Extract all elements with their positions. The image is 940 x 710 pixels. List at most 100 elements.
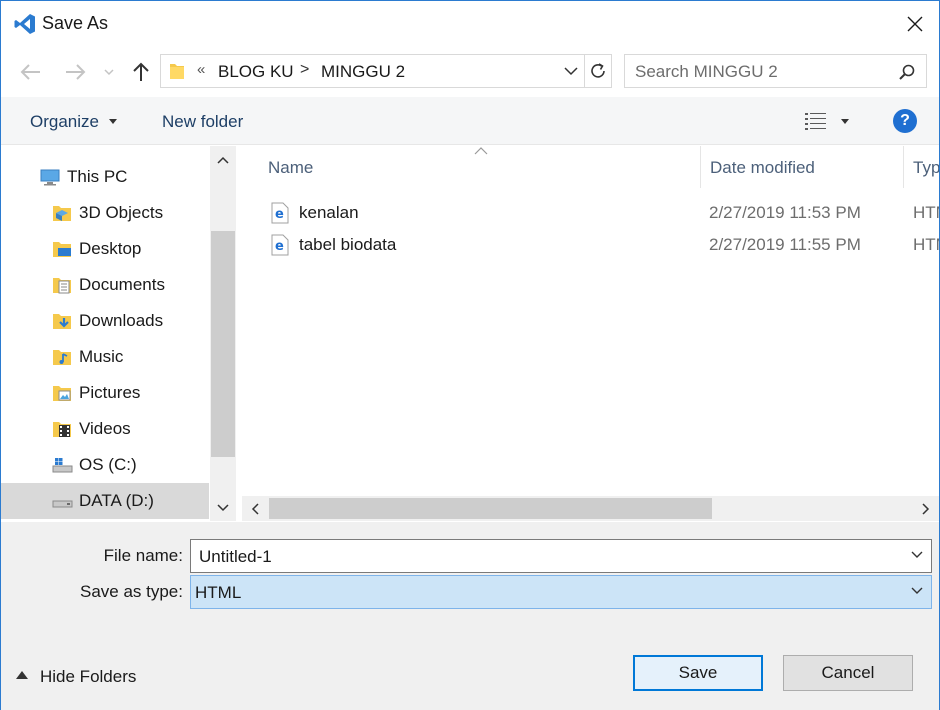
sidebar-item-label: Desktop: [79, 239, 142, 258]
file-name-value: Untitled-1: [199, 547, 272, 566]
hide-folders-icon[interactable]: [16, 671, 28, 679]
sidebar-item-os-c[interactable]: OS (C:): [1, 447, 209, 483]
scroll-left-button[interactable]: [242, 496, 268, 521]
this-pc-icon: [40, 169, 60, 186]
column-divider[interactable]: [700, 146, 701, 188]
file-row[interactable]: e kenalan 2/27/2019 11:53 PM HTML: [242, 199, 939, 229]
music-icon: [53, 350, 71, 365]
html-file-icon: e: [271, 202, 289, 224]
file-list-scroll-thumb[interactable]: [269, 498, 712, 519]
navigation-pane: This PC 3D Objects Desktop Documents Dow…: [1, 146, 237, 521]
navigation-pane-scroll-thumb[interactable]: [211, 231, 235, 457]
column-header-name[interactable]: Name: [268, 158, 313, 178]
breadcrumb-blog-ku[interactable]: BLOG KU: [218, 62, 294, 82]
search-placeholder: Search MINGGU 2: [635, 62, 778, 81]
close-button[interactable]: [897, 7, 933, 41]
cancel-button[interactable]: Cancel: [783, 655, 913, 691]
sort-ascending-icon: [474, 147, 488, 155]
sidebar-item-label: Music: [79, 347, 124, 366]
close-icon: [907, 16, 923, 32]
chevron-up-icon: [217, 156, 229, 164]
up-button[interactable]: [127, 59, 155, 85]
save-as-type-label: Save as type:: [79, 582, 183, 601]
save-button[interactable]: Save: [633, 655, 763, 691]
drive-c-icon: [52, 458, 73, 473]
desktop-icon: [53, 242, 71, 257]
refresh-button[interactable]: [584, 54, 612, 88]
details-view-icon[interactable]: [804, 111, 828, 131]
vscode-icon: [14, 14, 35, 34]
recent-locations-button[interactable]: [97, 59, 121, 85]
svg-text:e: e: [275, 239, 284, 254]
chevron-right-icon: [922, 502, 930, 515]
chevron-down-icon: [911, 587, 923, 594]
save-as-type-select[interactable]: HTML: [190, 575, 932, 609]
sidebar-item-label: Documents: [79, 275, 165, 294]
organize-button[interactable]: Organize: [30, 112, 99, 132]
back-button[interactable]: [17, 59, 45, 85]
downloads-icon: [53, 314, 71, 329]
arrow-up-icon: [133, 62, 149, 81]
folder-icon: [170, 64, 184, 79]
chevron-left-icon: [251, 502, 259, 515]
view-options-dropdown-icon[interactable]: [841, 119, 849, 124]
documents-icon: [53, 278, 71, 294]
forward-button[interactable]: [61, 59, 89, 85]
sidebar-item-label: DATA (D:): [79, 491, 154, 510]
file-name-field[interactable]: Untitled-1: [190, 539, 932, 573]
title-bar: Save As: [1, 1, 939, 47]
sidebar-item-documents[interactable]: Documents: [1, 267, 209, 303]
address-dropdown-button[interactable]: [557, 54, 585, 88]
html-file-icon: e: [271, 234, 289, 256]
svg-text:e: e: [275, 207, 284, 222]
sidebar-item-3d-objects[interactable]: 3D Objects: [1, 195, 209, 231]
organize-dropdown-icon: [109, 119, 117, 124]
3d-objects-icon: [53, 206, 71, 221]
scroll-right-button[interactable]: [913, 496, 939, 521]
save-as-type-value: HTML: [195, 583, 242, 602]
breadcrumb-overflow[interactable]: «: [197, 61, 205, 78]
sidebar-item-label: 3D Objects: [79, 203, 164, 222]
help-icon[interactable]: ?: [893, 109, 917, 133]
column-divider[interactable]: [903, 146, 904, 188]
scroll-up-button[interactable]: [210, 149, 236, 171]
sidebar-item-music[interactable]: Music: [1, 339, 209, 375]
file-row[interactable]: e tabel biodata 2/27/2019 11:55 PM HTML: [242, 231, 939, 261]
save-as-dialog: Save As « BLOG KU > MINGGU 2 Search MING…: [0, 0, 940, 710]
hide-folders-button[interactable]: Hide Folders: [40, 667, 136, 687]
sidebar-item-videos[interactable]: Videos: [1, 411, 209, 447]
chevron-down-icon: [217, 504, 229, 512]
chevron-down-icon: [564, 66, 578, 75]
sidebar-item-pictures[interactable]: Pictures: [1, 375, 209, 411]
column-header-type[interactable]: Type: [913, 158, 939, 178]
window-title: Save As: [42, 13, 109, 33]
breadcrumb-separator[interactable]: >: [300, 61, 309, 79]
column-header-date-modified[interactable]: Date modified: [710, 158, 815, 178]
sidebar-item-this-pc[interactable]: This PC: [1, 159, 209, 195]
file-date-modified: 2/27/2019 11:53 PM: [709, 203, 861, 222]
drive-d-icon: [52, 500, 73, 508]
new-folder-button[interactable]: New folder: [162, 112, 243, 132]
command-bar: [1, 97, 939, 145]
sidebar-item-data-d[interactable]: DATA (D:): [1, 483, 209, 519]
sidebar-item-label: This PC: [67, 167, 128, 186]
sidebar-item-label: Pictures: [79, 383, 141, 402]
address-bar[interactable]: « BLOG KU > MINGGU 2: [160, 54, 585, 88]
breadcrumb-minggu-2[interactable]: MINGGU 2: [321, 62, 405, 82]
file-type: HTML: [913, 203, 939, 222]
sidebar-item-label: OS (C:): [79, 455, 137, 474]
chevron-down-icon[interactable]: [911, 551, 923, 559]
file-type: HTML: [913, 235, 939, 254]
file-list: Name Date modified Type e kenalan 2/27/2…: [242, 146, 939, 521]
sidebar-item-desktop[interactable]: Desktop: [1, 231, 209, 267]
arrow-right-icon: [66, 64, 86, 80]
file-name-label: File name:: [103, 546, 183, 565]
chevron-down-icon: [104, 69, 114, 76]
videos-icon: [53, 422, 71, 437]
search-input[interactable]: Search MINGGU 2: [624, 54, 927, 88]
sidebar-item-downloads[interactable]: Downloads: [1, 303, 209, 339]
arrow-left-icon: [20, 64, 40, 80]
file-name: kenalan: [299, 203, 359, 222]
scroll-down-button[interactable]: [210, 497, 236, 519]
search-icon: [899, 64, 915, 80]
